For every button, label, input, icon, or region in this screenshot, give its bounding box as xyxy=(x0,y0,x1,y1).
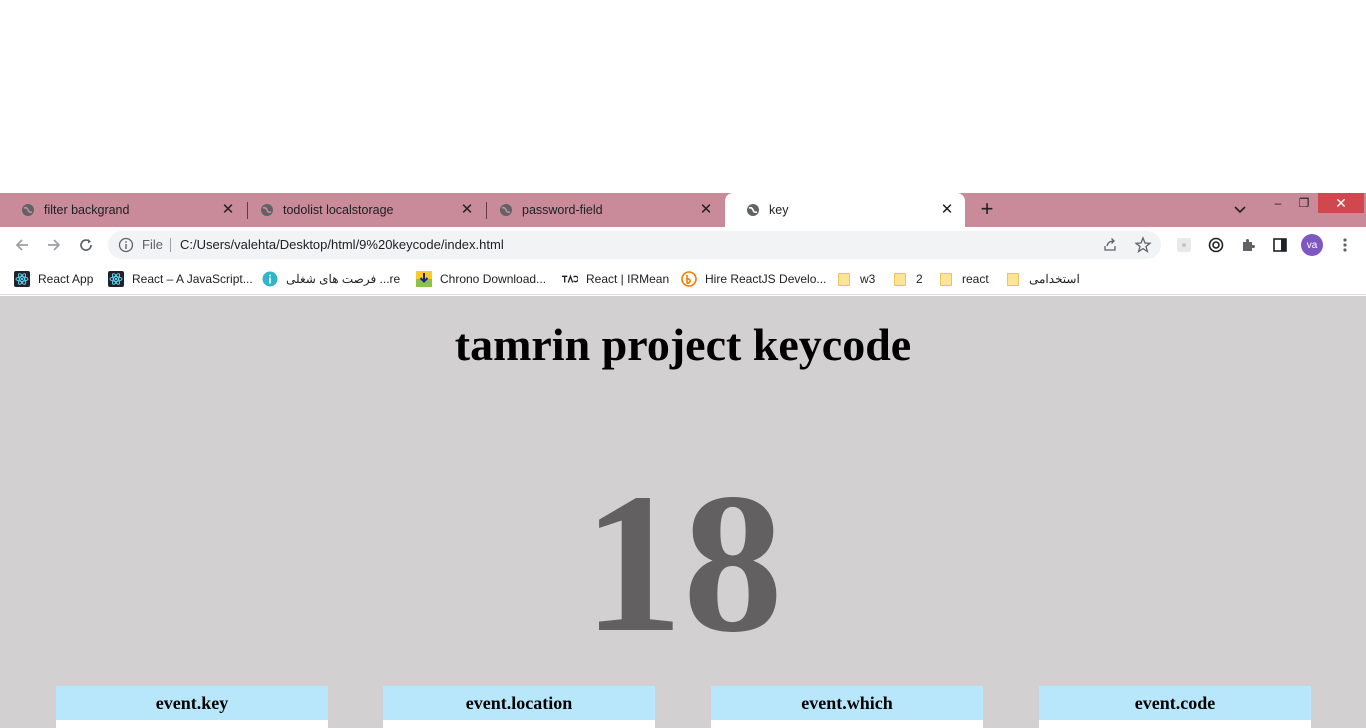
irmean-icon xyxy=(562,271,578,287)
bookmark-folder-w3[interactable]: w3 xyxy=(836,269,875,289)
bookmark-folder-estekhdami[interactable]: استخدامی xyxy=(1005,269,1080,289)
card-value xyxy=(383,720,655,728)
globe-icon xyxy=(20,202,36,218)
folder-icon xyxy=(892,271,908,287)
back-arrow-icon xyxy=(15,239,28,251)
info-icon[interactable] xyxy=(118,237,134,253)
globe-icon xyxy=(498,202,514,218)
bookmark-label: Chrono Download... xyxy=(440,272,547,286)
bookmark-react-app[interactable]: React App xyxy=(14,269,93,289)
card-header: event.key xyxy=(56,686,328,720)
extensions-puzzle-icon[interactable] xyxy=(1239,236,1257,254)
folder-icon xyxy=(938,271,954,287)
url-text[interactable]: C:/Users/valehta/Desktop/html/9%20keycod… xyxy=(180,237,504,252)
bookmark-label: React App xyxy=(38,272,94,286)
card-header: event.which xyxy=(711,686,983,720)
globe-icon xyxy=(745,202,761,218)
card-header: event.location xyxy=(383,686,655,720)
card-value xyxy=(711,720,983,728)
tab-key[interactable]: key ✕ xyxy=(725,193,965,227)
event-code-card: event.code xyxy=(1039,686,1311,728)
bookmark-label: 2 xyxy=(916,272,923,286)
bookmark-label: Hire ReactJS Develo... xyxy=(705,272,827,286)
bookmark-jobinja[interactable]: فرصت های شغلی ...re xyxy=(262,269,400,289)
bookmark-folder-2[interactable]: 2 xyxy=(892,269,923,289)
forward-arrow-icon xyxy=(48,239,61,251)
card-header: event.code xyxy=(1039,686,1311,720)
tab-password-field[interactable]: password-field ✕ xyxy=(478,193,724,227)
share-icon[interactable] xyxy=(1102,237,1118,253)
tab-title: password-field xyxy=(522,203,603,217)
bookmark-label: React | IRMean xyxy=(586,272,670,286)
bookmark-label: react xyxy=(962,272,989,286)
tab-strip: filter backgrand ✕ todolist localstorage… xyxy=(0,193,1366,227)
tab-filter-backgrand[interactable]: filter backgrand ✕ xyxy=(0,193,246,227)
card-value xyxy=(56,720,328,728)
forward-button[interactable] xyxy=(42,233,66,257)
bookmarks-bar: React App React – A JavaScript... فرصت ه… xyxy=(0,263,1366,295)
bookmark-react-irmean[interactable]: React | IRMean xyxy=(562,269,669,289)
hire-icon xyxy=(681,271,697,287)
event-key-card: event.key xyxy=(56,686,328,728)
tab-close-icon[interactable]: ✕ xyxy=(939,202,955,218)
restore-button[interactable]: ❐ xyxy=(1290,193,1318,213)
bookmark-folder-react[interactable]: react xyxy=(938,269,989,289)
bookmark-react-javascript[interactable]: React – A JavaScript... xyxy=(108,269,253,289)
page-content: tamrin project keycode 18 event.key even… xyxy=(0,296,1366,728)
bookmark-label: React – A JavaScript... xyxy=(132,272,253,286)
minimize-button[interactable]: – xyxy=(1264,193,1292,213)
tab-close-icon[interactable]: ✕ xyxy=(459,202,475,218)
blank-area xyxy=(0,0,1366,193)
event-which-card: event.which xyxy=(711,686,983,728)
address-bar[interactable]: File C:/Users/valehta/Desktop/html/9%20k… xyxy=(108,231,1161,259)
close-window-button[interactable]: ✕ xyxy=(1318,193,1364,213)
tab-close-icon[interactable]: ✕ xyxy=(220,202,236,218)
download-icon xyxy=(416,271,432,287)
tab-title: key xyxy=(769,203,789,217)
extension-react-devtools-icon[interactable] xyxy=(1175,236,1193,254)
extension-lens-icon[interactable] xyxy=(1207,236,1225,254)
side-panel-icon[interactable] xyxy=(1271,236,1289,254)
profile-avatar[interactable]: va xyxy=(1301,234,1323,256)
folder-icon xyxy=(1005,271,1021,287)
keycode-display: 18 xyxy=(583,453,783,674)
tab-title: todolist localstorage xyxy=(283,203,394,217)
bookmark-label: فرصت های شغلی ...re xyxy=(286,272,401,286)
reload-button[interactable] xyxy=(74,233,98,257)
browser-toolbar: File C:/Users/valehta/Desktop/html/9%20k… xyxy=(0,227,1366,263)
event-location-card: event.location xyxy=(383,686,655,728)
page-title: tamrin project keycode xyxy=(454,319,912,370)
react-icon xyxy=(14,271,30,287)
tab-close-icon[interactable]: ✕ xyxy=(698,202,714,218)
tab-search-chevron-icon[interactable] xyxy=(1230,201,1250,219)
reload-icon xyxy=(80,239,92,251)
new-tab-button[interactable]: + xyxy=(976,198,998,222)
react-icon xyxy=(108,271,124,287)
url-divider xyxy=(170,238,171,252)
url-scheme-label: File xyxy=(142,237,163,252)
jobinja-icon xyxy=(262,271,278,287)
tab-title: filter backgrand xyxy=(44,203,130,217)
folder-icon xyxy=(836,271,852,287)
back-button[interactable] xyxy=(10,233,34,257)
bookmark-label: w3 xyxy=(860,272,876,286)
card-value xyxy=(1039,720,1311,728)
bookmark-hire-reactjs[interactable]: Hire ReactJS Develo... xyxy=(681,269,826,289)
bookmark-star-icon[interactable] xyxy=(1134,236,1152,254)
globe-icon xyxy=(259,202,275,218)
menu-kebab-icon[interactable] xyxy=(1336,236,1354,254)
bookmark-label: استخدامی xyxy=(1029,272,1080,286)
bookmark-chrono-download[interactable]: Chrono Download... xyxy=(416,269,546,289)
tab-todolist-localstorage[interactable]: todolist localstorage ✕ xyxy=(239,193,485,227)
